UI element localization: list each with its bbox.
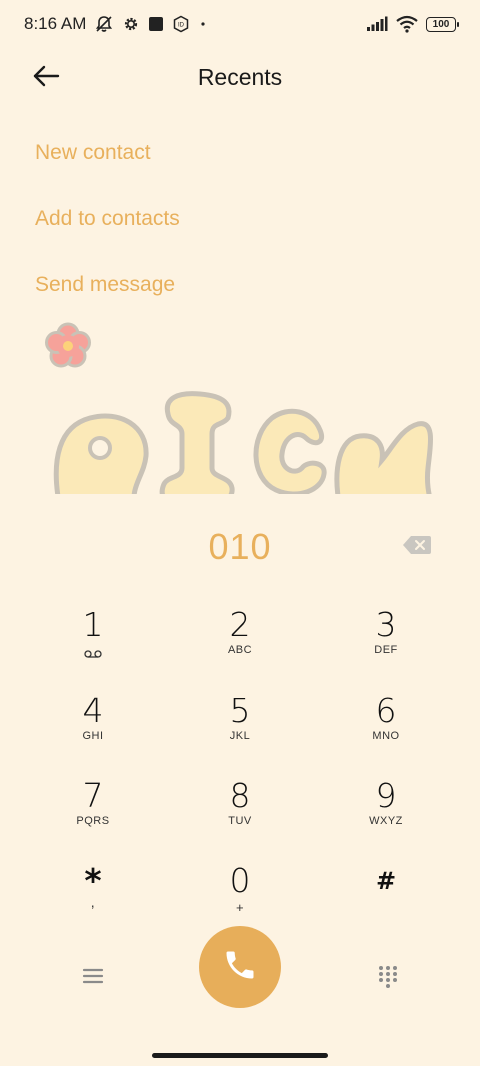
key-digit: 8 [229,776,251,815]
call-button[interactable] [199,926,281,1008]
phone-icon [222,947,258,988]
new-contact-button[interactable]: New contact [35,141,151,165]
svg-text:ID: ID [178,23,185,29]
key-digit: 2 [229,605,251,644]
key-letters: WXYZ [369,815,403,827]
wifi-icon [396,15,418,33]
key-8[interactable]: 8 TUV [180,777,300,857]
settings-gear-icon [122,15,140,33]
key-digit: 7 [82,776,104,815]
dialpad-toggle-button[interactable] [376,964,400,988]
key-letters: GHI [82,730,104,742]
key-digit: 5 [229,691,251,730]
voicemail-icon [84,646,102,664]
key-digit: 4 [82,691,104,730]
key-3[interactable]: 3 DEF [326,606,446,686]
key-digit: 0 [229,861,251,900]
header: Recents [0,50,480,106]
key-letters: DEF [374,644,398,656]
key-4[interactable]: 4 GHI [33,692,153,772]
page-title: Recents [197,64,283,90]
home-indicator[interactable] [152,1053,328,1058]
add-to-contacts-button[interactable]: Add to contacts [35,207,180,231]
app-square-icon [148,16,164,32]
key-digit: 1 [82,605,104,644]
key-6[interactable]: 6 MNO [326,692,446,772]
vpn-badge-icon: ID [172,15,190,33]
menu-icon [80,968,106,992]
letter-i-shape [159,391,235,494]
key-digit: 9 [375,776,397,815]
key-letters: JKL [229,730,251,742]
key-5[interactable]: 5 JKL [180,692,300,772]
key-letters: TUV [228,815,252,827]
dialpad-icon [376,966,400,992]
key-digit: # [375,867,397,895]
signal-icon [366,16,388,32]
key-digit: 3 [375,605,397,644]
key-letters: PQRS [76,815,110,827]
backspace-button[interactable] [402,534,432,556]
letter-h-shape [334,421,434,494]
status-bar: 8:16 AM ID 100 [0,0,480,48]
key-2[interactable]: 2 ABC [180,606,300,686]
status-time: 8:16 AM [24,14,87,33]
key-digit: 6 [375,691,397,730]
backspace-icon [402,536,432,560]
key-star[interactable]: * , [33,862,153,942]
battery-icon: 100 [426,16,459,32]
mute-icon [94,14,114,34]
key-letters: + [235,900,245,915]
key-letters: ABC [227,644,253,656]
key-7[interactable]: 7 PQRS [33,777,153,857]
key-9[interactable]: 9 WXYZ [326,777,446,857]
menu-button[interactable] [80,964,106,988]
battery-level: 100 [432,18,450,30]
key-letters: , [90,894,96,910]
key-hash[interactable]: # [326,862,446,942]
letter-r-shape [53,413,149,494]
dot-icon [198,19,208,29]
letter-c-shape [253,408,327,494]
rich-decoration [40,318,440,494]
send-message-button[interactable]: Send message [35,273,175,297]
key-letters: MNO [372,730,400,742]
flower-icon [45,322,91,368]
key-1[interactable]: 1 [33,606,153,686]
